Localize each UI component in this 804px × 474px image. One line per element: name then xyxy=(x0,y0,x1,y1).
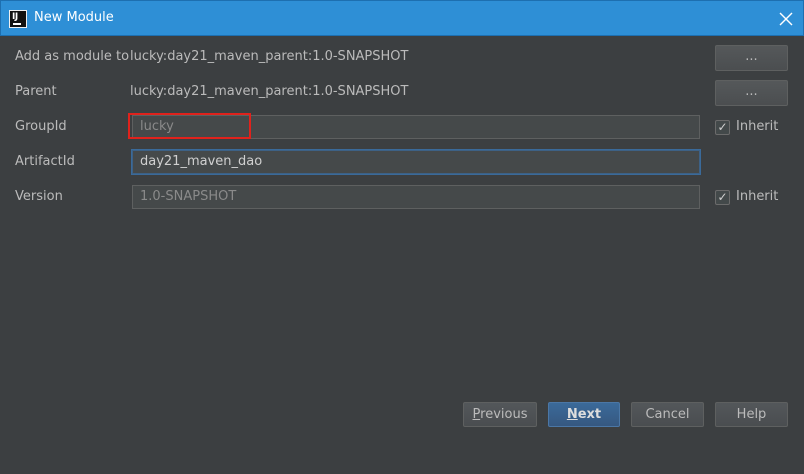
version-inherit-label: Inherit xyxy=(736,189,779,204)
version-field[interactable]: 1.0-SNAPSHOT xyxy=(132,185,700,209)
title-bar: IJ New Module xyxy=(0,0,804,36)
version-label: Version xyxy=(15,189,63,204)
artifact-id-field[interactable]: day21_maven_dao xyxy=(132,150,700,174)
parent-label: Parent xyxy=(15,84,57,99)
window-title: New Module xyxy=(34,10,114,25)
artifact-id-label: ArtifactId xyxy=(15,154,75,169)
add-as-module-value: lucky:day21_maven_parent:1.0-SNAPSHOT xyxy=(130,49,409,64)
add-as-module-browse-button[interactable]: ... xyxy=(715,45,788,71)
parent-value: lucky:day21_maven_parent:1.0-SNAPSHOT xyxy=(130,84,409,99)
version-inherit-checkbox[interactable]: ✓ xyxy=(715,190,730,205)
intellij-icon: IJ xyxy=(9,10,27,28)
next-button[interactable]: Next xyxy=(548,402,620,427)
group-id-field[interactable]: lucky xyxy=(132,115,700,139)
close-icon[interactable] xyxy=(775,8,797,30)
previous-button[interactable]: Previous xyxy=(463,402,537,427)
new-module-dialog: Add as module to lucky:day21_maven_paren… xyxy=(0,36,804,474)
app-icon-text: IJ xyxy=(12,12,18,22)
parent-browse-button[interactable]: ... xyxy=(715,80,788,106)
group-id-inherit-label: Inherit xyxy=(736,119,779,134)
cancel-button[interactable]: Cancel xyxy=(631,402,704,427)
group-id-inherit-checkbox[interactable]: ✓ xyxy=(715,120,730,135)
group-id-label: GroupId xyxy=(15,119,67,134)
add-as-module-label: Add as module to xyxy=(15,49,130,64)
help-button[interactable]: Help xyxy=(715,402,788,427)
